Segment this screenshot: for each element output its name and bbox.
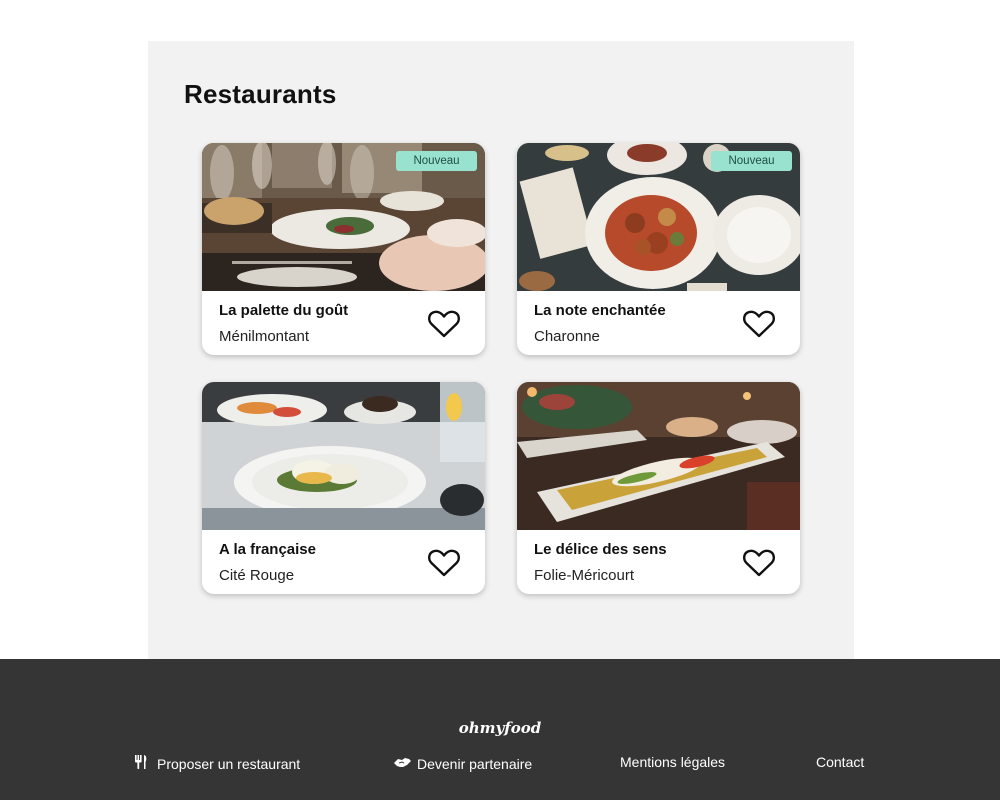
heart-icon[interactable] — [742, 309, 776, 339]
footer-link-contact[interactable]: Contact — [816, 754, 864, 770]
footer: ohmyfood Proposer un restaurant Devenir … — [0, 659, 1000, 800]
restaurant-photo — [202, 382, 485, 530]
restaurant-name: La note enchantée — [534, 302, 666, 319]
restaurant-card[interactable]: Nouveau La palette du goût Ménilmontant — [202, 143, 485, 355]
page-title: Restaurants — [184, 79, 337, 109]
footer-logo[interactable]: ohmyfood — [0, 719, 1000, 737]
status-badge: Nouveau — [711, 151, 792, 171]
status-badge: Nouveau — [396, 151, 477, 171]
restaurant-photo: Nouveau — [202, 143, 485, 291]
restaurant-card[interactable]: Le délice des sens Folie-Méricourt — [517, 382, 800, 594]
utensils-icon — [133, 754, 149, 773]
footer-link-propose[interactable]: Proposer un restaurant — [133, 754, 300, 773]
restaurant-name: La palette du goût — [219, 302, 349, 319]
restaurant-card[interactable]: Nouveau La note enchantée Charonne — [517, 143, 800, 355]
footer-link-legal[interactable]: Mentions légales — [620, 754, 725, 770]
restaurants-section: Restaurants Nouveau La palette du goût M… — [148, 41, 854, 659]
restaurant-location: Charonne — [534, 328, 600, 345]
restaurant-photo: Nouveau — [517, 143, 800, 291]
heart-icon[interactable] — [427, 309, 461, 339]
footer-link-label: Mentions légales — [620, 754, 726, 770]
footer-link-label: Proposer un restaurant — [157, 755, 301, 772]
restaurant-name: Le délice des sens — [534, 541, 667, 558]
heart-icon[interactable] — [427, 548, 461, 578]
restaurant-location: Ménilmontant — [219, 328, 310, 345]
restaurant-location: Folie-Méricourt — [534, 567, 635, 584]
heart-icon[interactable] — [742, 548, 776, 578]
restaurant-name: A la française — [219, 541, 316, 558]
restaurant-location: Cité Rouge — [219, 567, 295, 584]
footer-link-label: Contact — [816, 754, 865, 770]
handshake-icon — [393, 754, 412, 773]
footer-link-label: Devenir partenaire — [417, 755, 533, 772]
restaurant-card[interactable]: A la française Cité Rouge — [202, 382, 485, 594]
restaurant-photo — [517, 382, 800, 530]
footer-link-partner[interactable]: Devenir partenaire — [393, 754, 532, 773]
